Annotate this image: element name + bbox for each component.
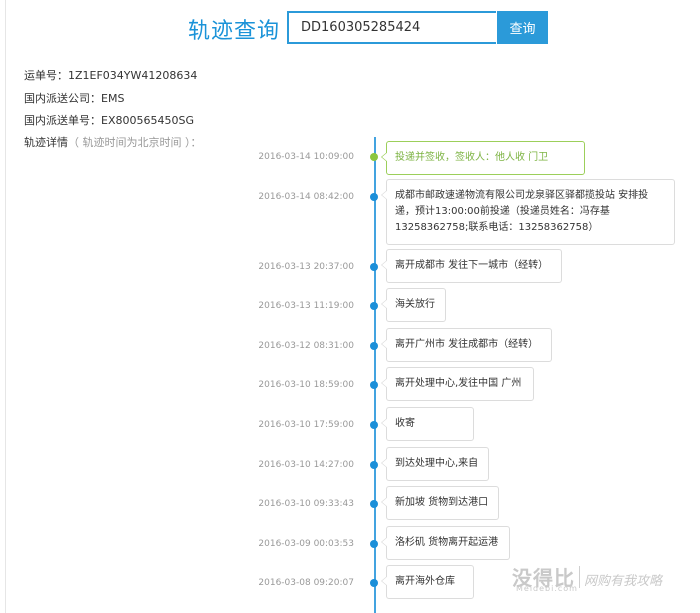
status-dot <box>370 193 378 201</box>
timeline-time: 2016-03-14 08:42:00 <box>258 192 354 202</box>
timeline-event-text: 离开广州市 发往成都市（经转） <box>381 328 552 362</box>
status-dot <box>370 500 378 508</box>
timeline-time: 2016-03-10 14:27:00 <box>258 460 354 470</box>
timeline-time: 2016-03-10 09:33:43 <box>258 499 354 509</box>
waybill-label: 运单号： <box>24 69 68 82</box>
status-dot <box>370 302 378 310</box>
status-dot-signed <box>370 153 378 161</box>
timeline-time: 2016-03-13 20:37:00 <box>258 262 354 272</box>
timeline-event-text: 新加坡 货物到达港口 <box>381 486 499 520</box>
timeline-event-text: 离开成都市 发往下一城市（经转） <box>381 249 562 283</box>
timeline-time: 2016-03-14 10:09:00 <box>258 152 354 162</box>
search-box[interactable] <box>287 11 496 44</box>
details-header: 轨迹详情（ 轨迹时间为北京时间 ）： <box>24 134 202 150</box>
timeline-event-text: 离开处理中心,发往中国 广州 <box>381 367 534 401</box>
page-title: 轨迹查询 <box>188 19 281 44</box>
status-dot <box>370 579 378 587</box>
status-dot <box>370 421 378 429</box>
carrier-name: EMS <box>101 92 125 105</box>
timeline-time: 2016-03-10 17:59:00 <box>258 420 354 430</box>
timeline-event-text: 到达处理中心,来自 <box>381 447 489 481</box>
status-dot <box>370 540 378 548</box>
details-note: （ 轨迹时间为北京时间 ）： <box>68 136 202 149</box>
status-dot <box>370 263 378 271</box>
domestic-number-label: 国内派送单号： <box>24 114 101 127</box>
carrier-label: 国内派送公司： <box>24 92 101 105</box>
timeline-time: 2016-03-13 11:19:00 <box>258 301 354 311</box>
query-button[interactable]: 查询 <box>497 11 548 44</box>
watermark-divider <box>579 566 580 588</box>
tracking-number-input[interactable] <box>289 13 496 42</box>
timeline-time: 2016-03-12 08:31:00 <box>258 341 354 351</box>
page-left-border <box>5 0 6 613</box>
carrier-row: 国内派送公司：EMS <box>24 90 124 106</box>
timeline-time: 2016-03-10 18:59:00 <box>258 380 354 390</box>
status-dot <box>370 381 378 389</box>
timeline-event-text: 成都市邮政速递物流有限公司龙泉驿区驿都揽投站 安排投递，预计13:00:00前投… <box>381 179 675 245</box>
status-dot <box>370 461 378 469</box>
site-watermark: 没得比 网购有我攻略 Meidebi.com <box>512 562 663 593</box>
timeline-event-text: 投递并签收，签收人：他人收 门卫 <box>381 141 585 175</box>
domestic-number: EX800565450SG <box>101 114 194 127</box>
timeline-event-text: 洛杉矶 货物离开起运港 <box>381 526 510 560</box>
timeline-event-text: 收寄 <box>381 407 474 441</box>
timeline-event-text: 离开海外仓库 <box>381 565 474 599</box>
domestic-number-row: 国内派送单号：EX800565450SG <box>24 112 194 128</box>
status-dot <box>370 342 378 350</box>
watermark-url: Meidebi.com <box>516 584 578 593</box>
timeline-time: 2016-03-09 00:03:53 <box>258 539 354 549</box>
details-label: 轨迹详情 <box>24 136 68 149</box>
waybill-number: 1Z1EF034YW41208634 <box>68 69 198 82</box>
waybill-row: 运单号：1Z1EF034YW41208634 <box>24 67 197 83</box>
timeline-time: 2016-03-08 09:20:07 <box>258 578 354 588</box>
timeline-event-text: 海关放行 <box>381 288 446 322</box>
watermark-slogan: 网购有我攻略 <box>584 574 663 589</box>
